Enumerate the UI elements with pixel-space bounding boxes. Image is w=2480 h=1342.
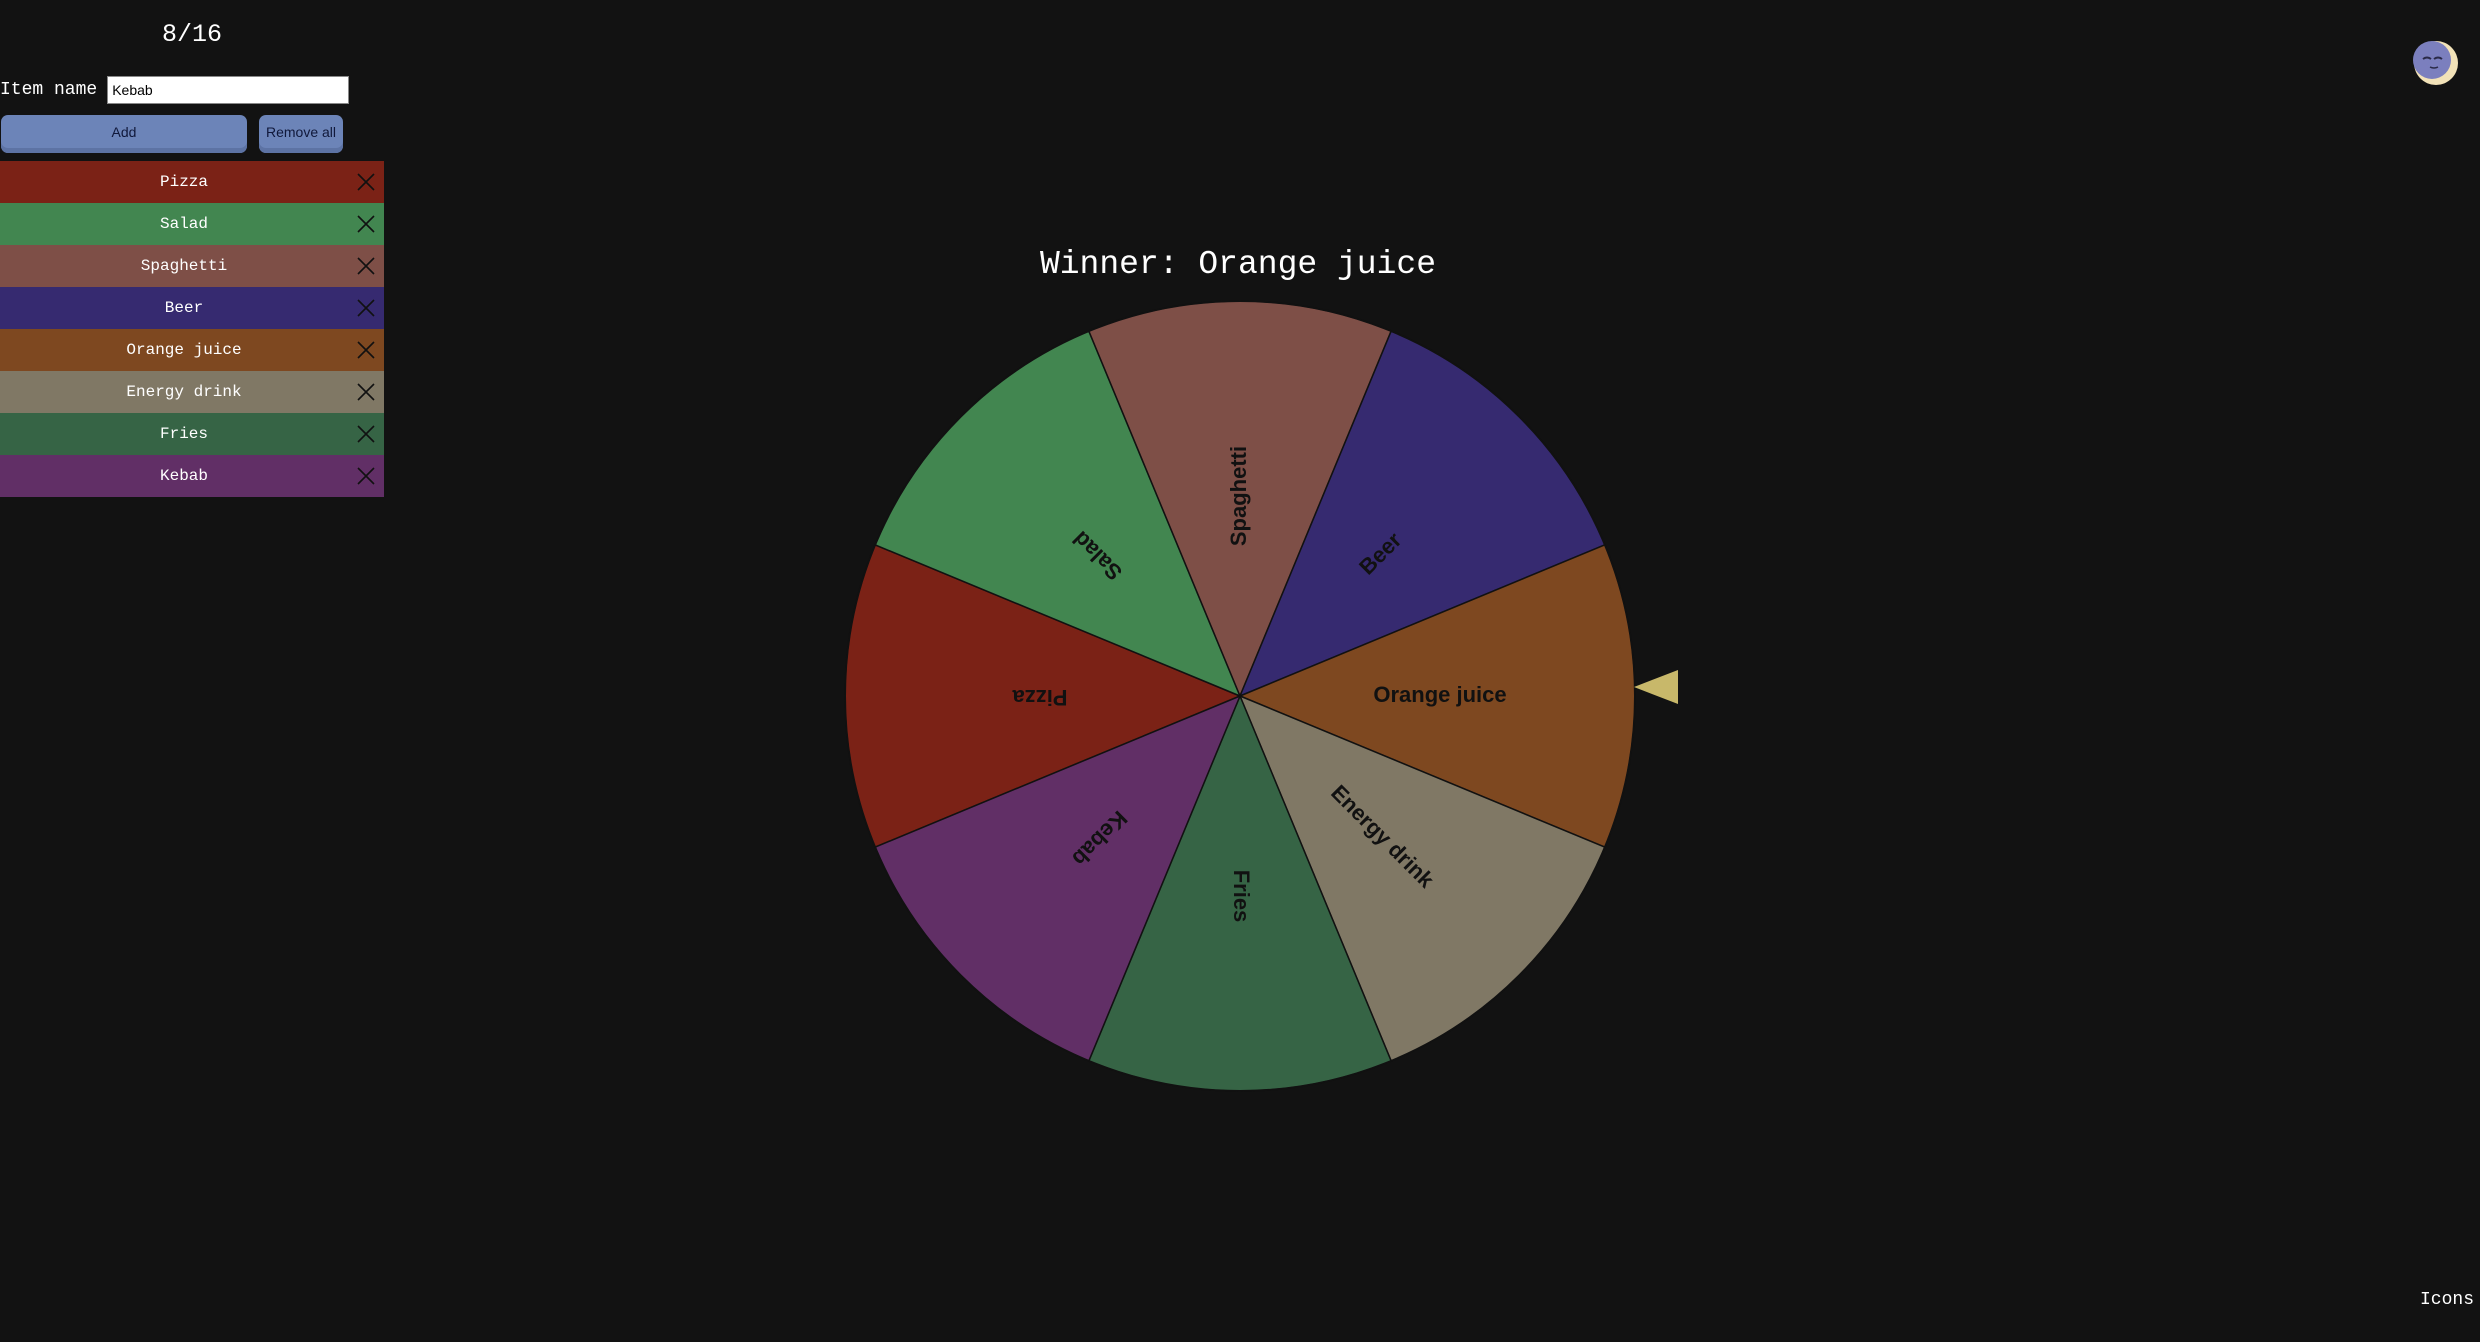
- moon-icon: [2413, 41, 2458, 85]
- wheel[interactable]: PizzaSaladSpaghettiBeerOrange juiceEnerg…: [830, 286, 1650, 1106]
- remove-all-button[interactable]: Remove all: [259, 115, 343, 153]
- remove-item-button[interactable]: [356, 340, 376, 360]
- remove-item-button[interactable]: [356, 172, 376, 192]
- list-item: Kebab: [0, 455, 384, 497]
- list-item: Beer: [0, 287, 384, 329]
- remove-item-button[interactable]: [356, 466, 376, 486]
- list-item: Fries: [0, 413, 384, 455]
- wheel-segment-label: Fries: [1229, 870, 1254, 923]
- item-counter: 8/16: [161, 20, 222, 49]
- remove-item-button[interactable]: [356, 214, 376, 234]
- list-item: Orange juice: [0, 329, 384, 371]
- list-item-label: Spaghetti: [140, 257, 228, 275]
- close-icon: [357, 299, 375, 317]
- close-icon: [357, 215, 375, 233]
- close-icon: [357, 383, 375, 401]
- list-item-label: Pizza: [159, 173, 208, 191]
- list-item-label: Beer: [164, 299, 204, 317]
- wheel-segment-label: Spaghetti: [1226, 446, 1251, 546]
- wheel-segment-label: Orange juice: [1373, 682, 1506, 707]
- pointer-arrow-icon: [1634, 670, 1678, 704]
- close-icon: [357, 173, 375, 191]
- wheel-pointer: [1634, 670, 1678, 704]
- remove-item-button[interactable]: [356, 382, 376, 402]
- remove-item-button[interactable]: [356, 424, 376, 444]
- list-item-label: Kebab: [159, 467, 208, 485]
- theme-toggle-button[interactable]: [2411, 38, 2461, 88]
- close-icon: [357, 341, 375, 359]
- item-name-row: Item name: [0, 74, 350, 106]
- list-item-label: Salad: [159, 215, 208, 233]
- add-button[interactable]: Add: [1, 115, 247, 153]
- list-item: Pizza: [0, 161, 384, 203]
- icons-credit-link[interactable]: Icons: [2420, 1290, 2474, 1310]
- list-item-label: Fries: [159, 425, 208, 443]
- remove-item-button[interactable]: [356, 298, 376, 318]
- item-name-input[interactable]: [107, 76, 350, 104]
- wheel-segment-label: Pizza: [1012, 685, 1068, 710]
- close-icon: [357, 467, 375, 485]
- item-name-label: Item name: [0, 80, 98, 100]
- list-item-label: Energy drink: [126, 383, 242, 401]
- list-item-label: Orange juice: [126, 341, 242, 359]
- close-icon: [357, 257, 375, 275]
- list-item: Energy drink: [0, 371, 384, 413]
- item-list: Pizza Salad Spaghetti Beer Orange juice Energ…: [0, 161, 384, 497]
- remove-item-button[interactable]: [356, 256, 376, 276]
- winner-text: Winner: Orange juice: [1039, 246, 1437, 283]
- list-item: Salad: [0, 203, 384, 245]
- list-item: Spaghetti: [0, 245, 384, 287]
- close-icon: [357, 425, 375, 443]
